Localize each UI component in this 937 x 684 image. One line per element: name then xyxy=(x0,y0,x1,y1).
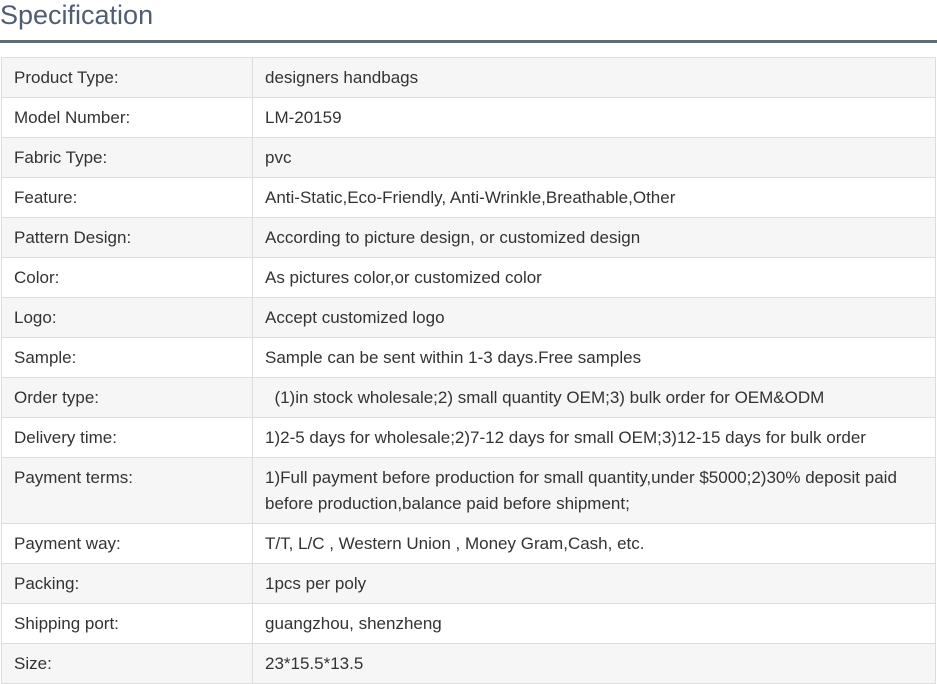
row-label: Payment terms: xyxy=(1,457,253,524)
table-row-size: Size: 23*15.5*13.5 xyxy=(1,643,936,684)
table-row-logo: Logo: Accept customized logo xyxy=(1,297,936,338)
table-row-packing: Packing: 1pcs per poly xyxy=(1,563,936,604)
row-label: Sample: xyxy=(1,337,253,378)
table-row-product-type: Product Type: designers handbags xyxy=(1,57,936,98)
row-label: Model Number: xyxy=(1,97,253,138)
table-row-payment-way: Payment way: T/T, L/C , Western Union , … xyxy=(1,523,936,564)
table-row-sample: Sample: Sample can be sent within 1-3 da… xyxy=(1,337,936,378)
row-value: 1)2-5 days for wholesale;2)7-12 days for… xyxy=(252,417,936,458)
row-label: Color: xyxy=(1,257,253,298)
row-value: pvc xyxy=(252,137,936,178)
row-value: According to picture design, or customiz… xyxy=(252,217,936,258)
row-value: Sample can be sent within 1-3 days.Free … xyxy=(252,337,936,378)
row-label: Feature: xyxy=(1,177,253,218)
row-label: Pattern Design: xyxy=(1,217,253,258)
table-row-model-number: Model Number: LM-20159 xyxy=(1,97,936,138)
row-value: 23*15.5*13.5 xyxy=(252,643,936,684)
row-value: LM-20159 xyxy=(252,97,936,138)
row-label: Size: xyxy=(1,643,253,684)
row-label: Product Type: xyxy=(1,57,253,98)
row-value: 1)Full payment before production for sma… xyxy=(252,457,936,524)
row-value: Anti-Static,Eco-Friendly, Anti-Wrinkle,B… xyxy=(252,177,936,218)
row-label: Logo: xyxy=(1,297,253,338)
row-value: T/T, L/C , Western Union , Money Gram,Ca… xyxy=(252,523,936,564)
page-title: Specification xyxy=(0,0,154,30)
row-label: Packing: xyxy=(1,563,253,604)
table-row-pattern-design: Pattern Design: According to picture des… xyxy=(1,217,936,258)
row-label: Payment way: xyxy=(1,523,253,564)
table-row-color: Color: As pictures color,or customized c… xyxy=(1,257,936,298)
row-value: Accept customized logo xyxy=(252,297,936,338)
table-row-order-type: Order type: (1)in stock wholesale;2) sma… xyxy=(1,377,936,418)
row-label: Delivery time: xyxy=(1,417,253,458)
row-label: Shipping port: xyxy=(1,603,253,644)
row-label: Order type: xyxy=(1,377,253,418)
table-row-payment-terms: Payment terms: 1)Full payment before pro… xyxy=(1,457,936,524)
table-row-fabric-type: Fabric Type: pvc xyxy=(1,137,936,178)
row-value: (1)in stock wholesale;2) small quantity … xyxy=(252,377,936,418)
row-value: 1pcs per poly xyxy=(252,563,936,604)
row-value: As pictures color,or customized color xyxy=(252,257,936,298)
row-label: Fabric Type: xyxy=(1,137,253,178)
table-row-feature: Feature: Anti-Static,Eco-Friendly, Anti-… xyxy=(1,177,936,218)
row-value: guangzhou, shenzheng xyxy=(252,603,936,644)
table-row-shipping-port: Shipping port: guangzhou, shenzheng xyxy=(1,603,936,644)
row-value: designers handbags xyxy=(252,57,936,98)
spec-table: Product Type: designers handbags Model N… xyxy=(1,57,936,684)
spec-header: Specification xyxy=(0,0,937,43)
table-row-delivery-time: Delivery time: 1)2-5 days for wholesale;… xyxy=(1,417,936,458)
